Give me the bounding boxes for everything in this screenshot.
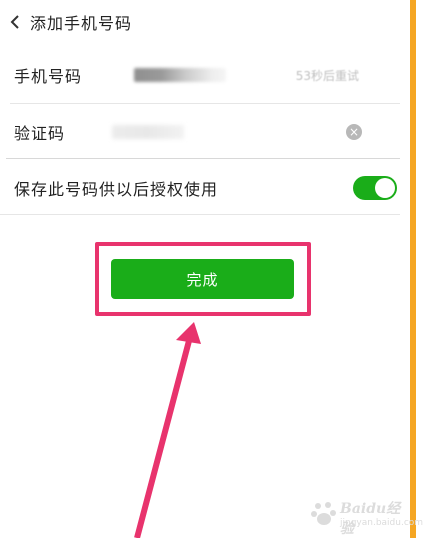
baidu-paw-icon [311, 502, 336, 525]
watermark-url: jingyan.baidu.com [340, 518, 424, 528]
side-accent-bar [410, 0, 416, 538]
phone-screen: 添加手机号码 手机号码 53秒后重试 验证码 × 保存此号码供以后授权使用 完成 [0, 0, 407, 538]
arrow-annotation-icon [134, 322, 201, 538]
baidu-watermark: Baidu经验 jingyan.baidu.com [310, 498, 423, 537]
